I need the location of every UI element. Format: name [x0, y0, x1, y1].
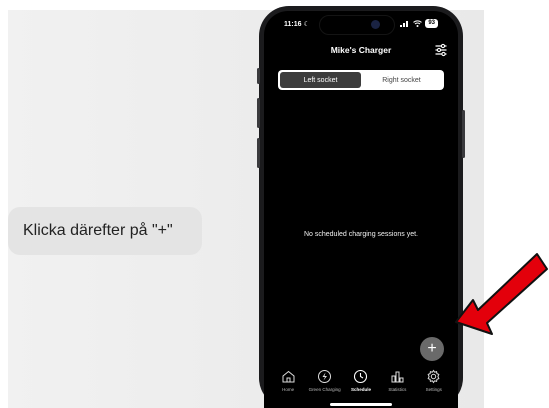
wifi-icon [413, 20, 423, 27]
phone-power-button [462, 110, 465, 158]
instruction-caption-text: Klicka därefter på "+" [23, 222, 173, 239]
tab-statistics-label: Statistics [388, 387, 407, 392]
plus-icon: + [427, 340, 437, 357]
battery-indicator: 93 [425, 19, 438, 28]
add-schedule-button[interactable]: + [420, 337, 444, 361]
camera-icon [371, 20, 380, 29]
red-arrow-annotation [455, 253, 548, 335]
app-screen: 11:16 ☾ 93 Mike's Charger Left socket Ri… [264, 11, 458, 408]
left-socket-segment[interactable]: Left socket [280, 72, 361, 88]
status-bar-time: 11:16 ☾ [284, 20, 310, 28]
instruction-caption: Klicka därefter på "+" [8, 207, 202, 255]
phone-side-button [257, 68, 260, 84]
socket-selector: Left socket Right socket [278, 70, 444, 90]
green-charging-icon [318, 370, 332, 383]
gear-icon [427, 369, 440, 384]
phone-volume-up-button [257, 98, 260, 128]
status-time-text: 11:16 [284, 21, 302, 28]
dynamic-island [319, 15, 395, 35]
moon-icon: ☾ [303, 21, 310, 28]
tab-green-charging-label: Green Charging [308, 387, 341, 392]
right-socket-segment[interactable]: Right socket [361, 72, 442, 88]
clock-icon [354, 369, 368, 384]
statistics-icon [391, 371, 404, 383]
empty-state-message: No scheduled charging sessions yet. [303, 231, 418, 238]
tab-home[interactable]: Home [271, 369, 305, 408]
signal-icon [400, 21, 409, 27]
status-bar-icons: 93 [400, 19, 438, 28]
tab-settings[interactable]: Settings [417, 369, 451, 408]
tab-home-label: Home [282, 387, 295, 392]
phone-volume-down-button [257, 138, 260, 168]
page-title: Mike's Charger [330, 45, 392, 55]
tab-settings-label: Settings [425, 387, 442, 392]
home-icon [282, 370, 295, 383]
tab-schedule-label: Schedule [350, 387, 371, 392]
sliders-icon[interactable] [434, 43, 448, 57]
home-indicator [330, 403, 392, 406]
